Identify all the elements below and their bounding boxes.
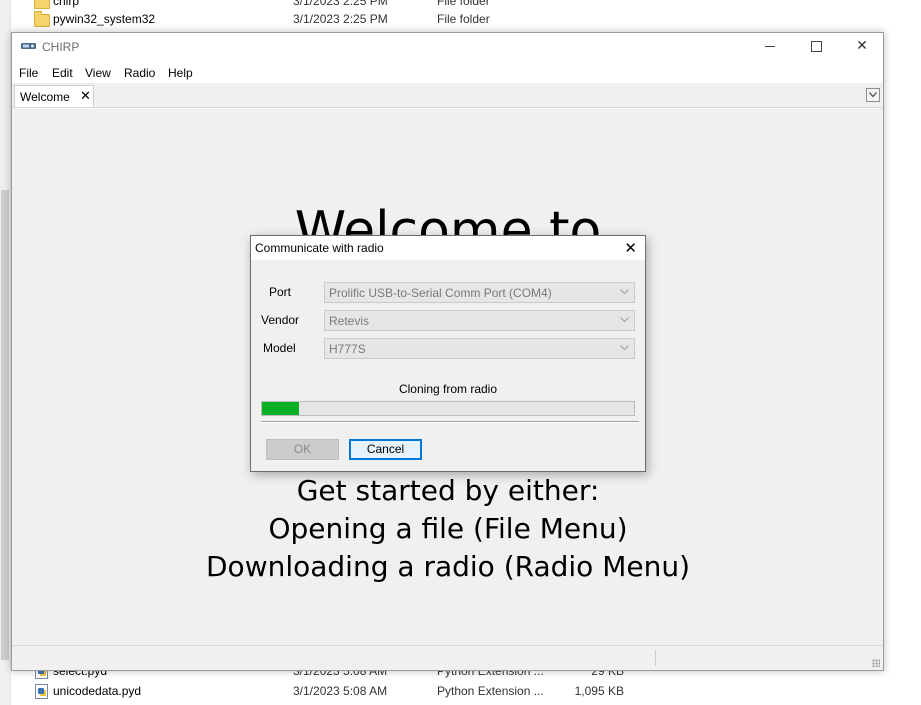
welcome-line: Get started by either: [296, 474, 600, 507]
chevron-down-icon [869, 92, 877, 98]
explorer-scrollbar[interactable] [0, 0, 11, 705]
tab-strip: Welcome ✕ [12, 83, 883, 108]
tab-welcome[interactable]: Welcome ✕ [14, 85, 94, 107]
menu-bar: File Edit View Radio Help [12, 61, 883, 83]
menu-edit[interactable]: Edit [52, 66, 73, 80]
model-label: Model [263, 341, 296, 355]
file-type: File folder [437, 12, 490, 26]
file-date: 3/1/2023 2:25 PM [293, 12, 388, 26]
vendor-select[interactable]: Retevis [324, 310, 635, 331]
python-file-icon [34, 683, 48, 699]
welcome-line: Opening a file (File Menu) [268, 512, 628, 545]
chevron-down-icon [620, 345, 629, 351]
dialog-close-icon[interactable]: ✕ [624, 239, 637, 257]
port-value: Prolific USB-to-Serial Comm Port (COM4) [329, 286, 552, 300]
resize-grip[interactable] [872, 659, 880, 667]
dialog-divider [261, 421, 639, 423]
folder-icon [34, 0, 50, 9]
welcome-instructions: Get started by either: Opening a file (F… [17, 472, 879, 586]
model-select[interactable]: H777S [324, 338, 635, 359]
chevron-down-icon [620, 289, 629, 295]
file-name: pywin32_system32 [53, 12, 156, 26]
chevron-down-icon [620, 317, 629, 323]
tab-close-icon[interactable]: ✕ [80, 89, 91, 104]
radio-app-icon [21, 43, 36, 49]
window-title: CHIRP [42, 40, 80, 54]
file-date: 3/1/2023 2:25 PM [293, 0, 388, 8]
tab-list-dropdown[interactable] [866, 88, 880, 102]
file-size: 1,095 KB [574, 684, 624, 698]
port-select[interactable]: Prolific USB-to-Serial Comm Port (COM4) [324, 282, 635, 303]
tab-label: Welcome [20, 90, 70, 104]
status-separator [655, 650, 656, 666]
menu-file[interactable]: File [19, 66, 38, 80]
ok-button[interactable]: OK [266, 439, 339, 460]
welcome-line: Downloading a radio (Radio Menu) [206, 550, 690, 583]
status-bar [12, 645, 883, 670]
close-icon: ✕ [856, 38, 868, 54]
communicate-dialog: Communicate with radio ✕ Port Prolific U… [250, 235, 646, 472]
menu-help[interactable]: Help [168, 66, 193, 80]
cancel-button[interactable]: Cancel [349, 439, 422, 460]
file-name: chirp [53, 0, 80, 8]
file-row[interactable]: unicodedata.pyd 3/1/2023 5:08 AM Python … [34, 681, 674, 701]
close-window-button[interactable]: ✕ [839, 33, 885, 61]
vendor-label: Vendor [261, 313, 300, 327]
minimize-button[interactable] [747, 33, 793, 61]
minimize-icon [765, 46, 775, 47]
dialog-titlebar[interactable]: Communicate with radio ✕ [251, 236, 645, 260]
model-value: H777S [329, 342, 366, 356]
progress-fill [262, 402, 300, 415]
maximize-button[interactable] [793, 33, 839, 61]
folder-icon [34, 11, 50, 27]
file-type: File folder [437, 0, 490, 8]
port-label: Port [269, 285, 292, 299]
maximize-icon [811, 41, 822, 52]
clone-progress-bar [261, 401, 635, 416]
file-type: Python Extension ... [437, 684, 544, 698]
clone-status-text: Cloning from radio [398, 382, 498, 396]
menu-view[interactable]: View [85, 66, 111, 80]
vendor-value: Retevis [329, 314, 370, 328]
menu-radio[interactable]: Radio [124, 66, 155, 80]
file-row[interactable]: pywin32_system32 3/1/2023 2:25 PM File f… [34, 9, 674, 29]
file-name: unicodedata.pyd [53, 684, 142, 698]
file-date: 3/1/2023 5:08 AM [293, 684, 388, 698]
dialog-title: Communicate with radio [255, 241, 384, 255]
window-titlebar[interactable]: CHIRP ✕ [12, 33, 883, 61]
explorer-scrollbar-thumb[interactable] [1, 190, 9, 660]
